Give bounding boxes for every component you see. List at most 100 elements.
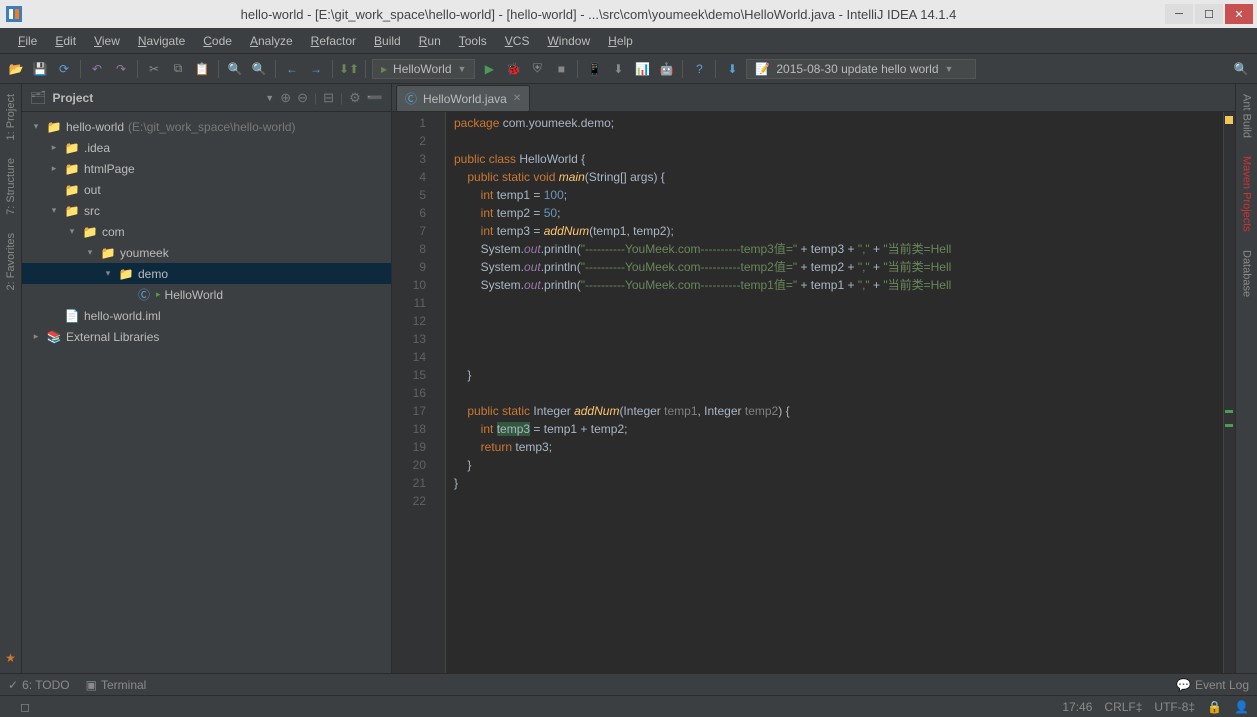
- tree-node[interactable]: 📁out: [22, 179, 391, 200]
- menu-run[interactable]: Run: [411, 31, 449, 51]
- debug-icon[interactable]: 🐞: [503, 59, 523, 79]
- error-stripe[interactable]: [1223, 112, 1235, 673]
- status-line-separator[interactable]: CRLF‡: [1104, 700, 1142, 714]
- bottom-tab-todo[interactable]: ✓6: TODO: [8, 678, 70, 692]
- avd-icon[interactable]: 📱: [584, 59, 604, 79]
- scroll-to-icon[interactable]: ⊕: [280, 90, 291, 106]
- help-icon[interactable]: ?: [689, 59, 709, 79]
- run-icon[interactable]: ▶: [479, 59, 499, 79]
- hide-icon[interactable]: ➖: [367, 90, 383, 106]
- expand-icon[interactable]: ▸: [30, 331, 42, 342]
- tree-node[interactable]: Ⓒ▸HelloWorld: [22, 284, 391, 305]
- menu-view[interactable]: View: [86, 31, 128, 51]
- fold-gutter[interactable]: [432, 112, 446, 673]
- tab-icon: ▣: [86, 678, 97, 692]
- warning-mark-icon[interactable]: [1225, 116, 1233, 124]
- find-icon[interactable]: 🔍: [225, 59, 245, 79]
- redo-icon[interactable]: ↷: [111, 59, 131, 79]
- tool-tab-antbuild[interactable]: Ant Build: [1239, 90, 1255, 142]
- tool-tab-project[interactable]: 1: Project: [3, 90, 19, 144]
- minimize-button[interactable]: ─: [1165, 4, 1193, 24]
- tree-node[interactable]: 📄hello-world.iml: [22, 305, 391, 326]
- close-tab-icon[interactable]: ✕: [513, 93, 521, 104]
- replace-icon[interactable]: 🔍: [249, 59, 269, 79]
- tree-node[interactable]: ▸📁.idea: [22, 137, 391, 158]
- expand-icon[interactable]: ▾: [102, 268, 114, 279]
- expand-icon[interactable]: ▸: [48, 163, 60, 174]
- save-icon[interactable]: 💾: [30, 59, 50, 79]
- chevron-down-icon[interactable]: ▼: [265, 93, 274, 103]
- editor-area: Ⓒ HelloWorld.java ✕ 12345678910111213141…: [392, 84, 1235, 673]
- settings-icon[interactable]: ⚙: [349, 90, 361, 106]
- node-label: demo: [138, 267, 168, 281]
- event-log-tab[interactable]: 💬 Event Log: [1176, 678, 1249, 692]
- android-icon[interactable]: 🤖: [656, 59, 676, 79]
- menu-analyze[interactable]: Analyze: [242, 31, 301, 51]
- undo-icon[interactable]: ↶: [87, 59, 107, 79]
- status-lock-icon[interactable]: 🔒: [1207, 700, 1222, 714]
- menu-edit[interactable]: Edit: [47, 31, 84, 51]
- bottom-tab-terminal[interactable]: ▣Terminal: [86, 678, 147, 692]
- run-config-combo[interactable]: ▸ HelloWorld ▼: [372, 59, 475, 79]
- tool-tab-favorites[interactable]: 2: Favorites: [3, 229, 19, 294]
- expand-icon[interactable]: ▾: [48, 205, 60, 216]
- menu-tools[interactable]: Tools: [451, 31, 495, 51]
- tool-tab-structure[interactable]: 7: Structure: [3, 154, 19, 219]
- expand-icon[interactable]: ▾: [66, 226, 78, 237]
- copy-icon[interactable]: ⧉: [168, 59, 188, 79]
- menu-build[interactable]: Build: [366, 31, 409, 51]
- favorite-star-icon[interactable]: ★: [5, 651, 16, 665]
- monitor-icon[interactable]: 📊: [632, 59, 652, 79]
- line-number-gutter[interactable]: 12345678910111213141516171819202122: [392, 112, 432, 673]
- tree-node[interactable]: ▸📁htmlPage: [22, 158, 391, 179]
- node-label: hello-world.iml: [84, 309, 161, 323]
- status-inspector-icon[interactable]: 👤: [1234, 700, 1249, 714]
- vcs-update-icon[interactable]: ⬇: [722, 59, 742, 79]
- menu-navigate[interactable]: Navigate: [130, 31, 193, 51]
- coverage-icon[interactable]: ⛨: [527, 59, 547, 79]
- change-mark-icon[interactable]: [1225, 410, 1233, 413]
- code-editor[interactable]: package com.youmeek.demo; public class H…: [446, 112, 1223, 673]
- project-tree[interactable]: ▾📁hello-world (E:\git_work_space\hello-w…: [22, 112, 391, 673]
- menu-code[interactable]: Code: [195, 31, 240, 51]
- tree-node[interactable]: ▸📚External Libraries: [22, 326, 391, 347]
- tool-tab-mavenprojects[interactable]: Maven Projects: [1239, 152, 1255, 236]
- project-view-icon[interactable]: 🗂: [30, 90, 47, 106]
- tree-node[interactable]: ▾📁src: [22, 200, 391, 221]
- event-log-icon: 💬: [1176, 678, 1191, 692]
- editor-tab[interactable]: Ⓒ HelloWorld.java ✕: [396, 85, 530, 111]
- paste-icon[interactable]: 📋: [192, 59, 212, 79]
- expand-icon[interactable]: ▸: [48, 142, 60, 153]
- search-everywhere-icon[interactable]: 🔍: [1231, 59, 1251, 79]
- expand-icon[interactable]: ▾: [30, 121, 42, 132]
- vcs-commit-label: 2015-08-30 update hello world: [776, 62, 938, 76]
- tool-tab-database[interactable]: Database: [1239, 246, 1255, 301]
- close-button[interactable]: ✕: [1225, 4, 1253, 24]
- menu-vcs[interactable]: VCS: [497, 31, 538, 51]
- status-hide-icon[interactable]: ◻: [20, 700, 30, 714]
- tree-node[interactable]: ▾📁demo: [22, 263, 391, 284]
- expand-icon[interactable]: ▾: [84, 247, 96, 258]
- forward-icon[interactable]: →: [306, 59, 326, 79]
- vcs-commit-combo[interactable]: 📝 2015-08-30 update hello world ▼: [746, 59, 976, 79]
- maximize-button[interactable]: ☐: [1195, 4, 1223, 24]
- status-encoding[interactable]: UTF-8‡: [1154, 700, 1195, 714]
- back-icon[interactable]: ←: [282, 59, 302, 79]
- tree-node[interactable]: ▾📁youmeek: [22, 242, 391, 263]
- tree-node[interactable]: ▾📁com: [22, 221, 391, 242]
- cut-icon[interactable]: ✂: [144, 59, 164, 79]
- menu-refactor[interactable]: Refactor: [303, 31, 364, 51]
- collapse-icon[interactable]: ⊟: [323, 90, 334, 106]
- menu-file[interactable]: File: [10, 31, 45, 51]
- sdk-icon[interactable]: ⬇: [608, 59, 628, 79]
- menu-window[interactable]: Window: [539, 31, 598, 51]
- change-mark-icon[interactable]: [1225, 424, 1233, 427]
- sync-icon[interactable]: ⟳: [54, 59, 74, 79]
- tree-node[interactable]: ▾📁hello-world (E:\git_work_space\hello-w…: [22, 116, 391, 137]
- make-icon[interactable]: ⬇⬆: [339, 59, 359, 79]
- node-icon: 📁: [64, 162, 80, 176]
- menu-help[interactable]: Help: [600, 31, 641, 51]
- stop-icon[interactable]: ■: [551, 59, 571, 79]
- scroll-from-icon[interactable]: ⊖: [297, 90, 308, 106]
- open-icon[interactable]: 📂: [6, 59, 26, 79]
